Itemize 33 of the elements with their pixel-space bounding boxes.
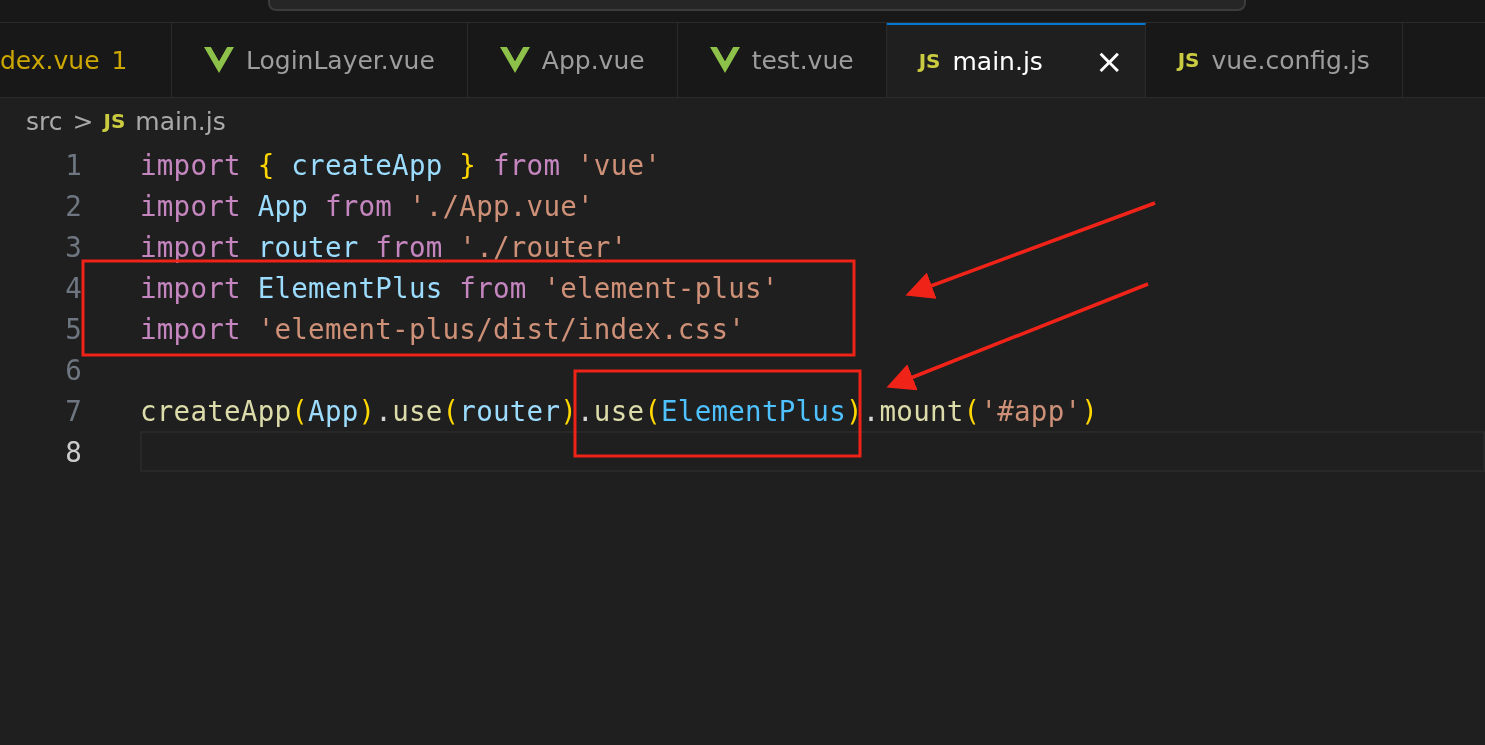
js-file-icon: JS (918, 49, 941, 73)
code-line: createApp(App).use(router).use(ElementPlus).mount('#app') (140, 393, 1100, 429)
close-icon[interactable]: × (1094, 44, 1124, 78)
line-number: 5 (64, 312, 82, 345)
code-line: import 'element-plus/dist/index.css' (140, 311, 747, 347)
js-file-icon: JS (1177, 48, 1200, 72)
editor-tab[interactable]: dex.vue 1 (0, 23, 172, 97)
problem-count: 1 (111, 45, 128, 75)
tab-label: App.vue (541, 45, 645, 75)
editor-tab[interactable]: JS main.js × (886, 23, 1146, 97)
tab-label: vue.config.js (1211, 45, 1370, 75)
vue-logo-icon (499, 47, 530, 73)
line-number: 8 (64, 435, 82, 468)
vue-logo-icon (204, 47, 234, 73)
tab-label: LoginLayer.vue (246, 45, 435, 75)
line-number: 4 (64, 271, 82, 304)
tab-label: test.vue (751, 45, 854, 75)
line-number: 6 (64, 353, 82, 386)
code-line: import App from './App.vue' (140, 188, 595, 224)
tab-label: dex.vue (0, 45, 100, 75)
line-number: 3 (64, 230, 82, 263)
code-line: import { createApp } from 'vue' (140, 147, 663, 183)
line-number: 7 (64, 394, 82, 427)
tab-label: main.js (952, 46, 1043, 76)
breadcrumb-folder[interactable]: src (26, 106, 63, 136)
line-number: 2 (64, 189, 82, 222)
line-number: 1 (64, 148, 82, 181)
vue-logo-icon (709, 47, 740, 73)
code-line: import router from './router' (140, 229, 629, 265)
code-line: import ElementPlus from 'element-plus' (140, 270, 780, 306)
breadcrumb-file[interactable]: main.js (135, 106, 226, 136)
js-file-icon: JS (103, 109, 126, 133)
chevron-icon: > (72, 106, 94, 136)
